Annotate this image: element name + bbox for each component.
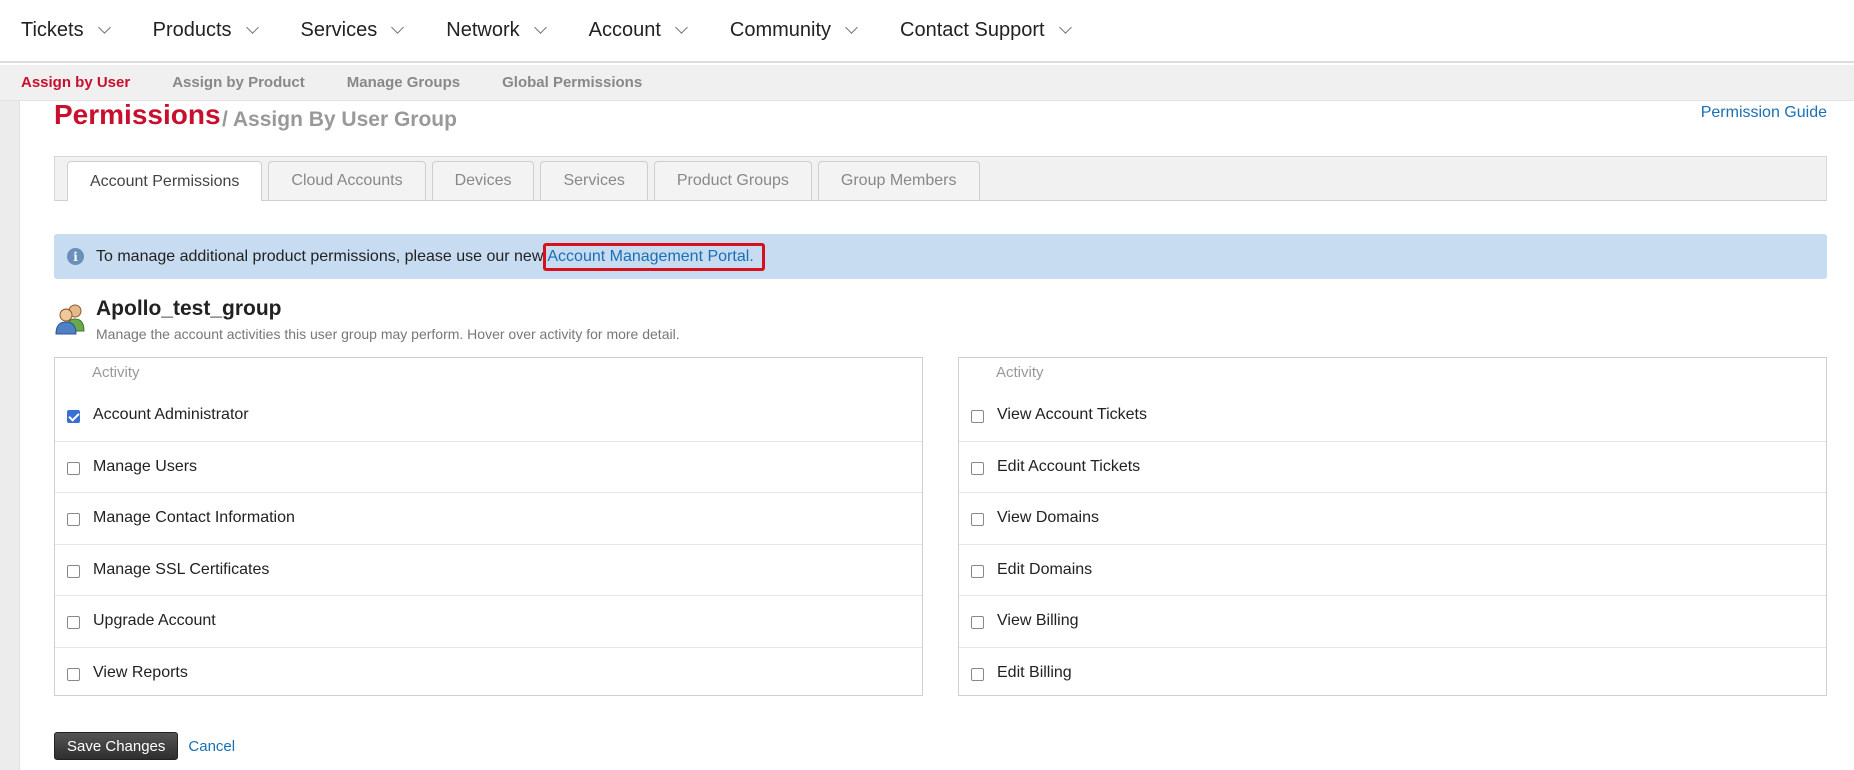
view-reports-checkbox[interactable] — [67, 668, 80, 682]
view-billing-checkbox[interactable] — [971, 616, 984, 630]
right-permissions-panel: Activity View Account Tickets Edit Accou… — [958, 357, 1827, 696]
list-item: Manage Contact Information — [55, 493, 922, 545]
group-name: Apollo_test_group — [96, 297, 282, 320]
list-item: Upgrade Account — [55, 596, 922, 648]
edit-account-tickets-checkbox[interactable] — [971, 461, 984, 475]
list-item: View Billing — [959, 596, 1826, 648]
list-item: Edit Billing — [959, 648, 1826, 700]
info-banner: i To manage additional product permissio… — [54, 234, 1827, 279]
activity-header: Activity — [92, 364, 140, 381]
chevron-down-icon — [245, 21, 259, 34]
view-domains-checkbox[interactable] — [971, 513, 984, 527]
activity-label: Account Administrator — [93, 406, 249, 424]
nav-services-label: Services — [300, 19, 378, 41]
nav-contact-support-label: Contact Support — [900, 19, 1045, 41]
activity-label: View Domains — [997, 509, 1099, 527]
chevron-down-icon — [845, 21, 858, 34]
nav-tickets[interactable]: Tickets — [21, 19, 111, 42]
chevron-down-icon — [97, 21, 111, 34]
list-item: View Account Tickets — [959, 390, 1826, 442]
page-title: Permissions — [54, 99, 221, 130]
edit-billing-checkbox[interactable] — [971, 668, 984, 682]
chevron-down-icon — [1058, 21, 1072, 34]
tab-cloud-accounts[interactable]: Cloud Accounts — [268, 161, 426, 200]
list-item: View Domains — [959, 493, 1826, 545]
title-row: Permissions / Assign By User Group Permi… — [54, 99, 1827, 145]
main-content: Permissions / Assign By User Group Permi… — [54, 99, 1827, 760]
form-actions: Save Changes Cancel — [54, 732, 235, 760]
user-group-icon — [55, 304, 85, 335]
edit-domains-checkbox[interactable] — [971, 564, 984, 578]
tab-product-groups[interactable]: Product Groups — [653, 161, 812, 200]
subnav-global-permissions[interactable]: Global Permissions — [502, 74, 642, 91]
list-item: Edit Domains — [959, 545, 1826, 596]
activity-label: Edit Billing — [997, 664, 1072, 682]
list-item: Manage SSL Certificates — [55, 545, 922, 596]
left-permissions-panel: Activity Account Administrator Manage Us… — [54, 357, 923, 696]
tab-group-members[interactable]: Group Members — [817, 161, 980, 200]
group-description: Manage the account activities this user … — [96, 326, 680, 342]
sub-navigation: Assign by User Assign by Product Manage … — [0, 65, 1854, 101]
activity-header: Activity — [996, 364, 1044, 381]
activity-label: View Reports — [93, 664, 188, 682]
save-changes-button[interactable]: Save Changes — [54, 732, 179, 760]
info-text: To manage additional product permissions… — [96, 247, 544, 265]
view-account-tickets-checkbox[interactable] — [971, 410, 984, 424]
subnav-assign-by-product[interactable]: Assign by Product — [172, 74, 305, 91]
group-header: Apollo_test_group Manage the account act… — [54, 297, 854, 342]
upgrade-account-checkbox[interactable] — [67, 616, 80, 630]
activity-label: View Account Tickets — [997, 406, 1147, 424]
activity-label: Manage SSL Certificates — [93, 560, 270, 578]
subnav-manage-groups[interactable]: Manage Groups — [347, 74, 460, 91]
nav-services[interactable]: Services — [300, 19, 405, 42]
account-management-portal-link[interactable]: Account Management Portal. — [543, 242, 765, 271]
list-item: Account Administrator — [55, 390, 922, 442]
tab-account-permissions[interactable]: Account Permissions — [67, 161, 263, 201]
manage-contact-information-checkbox[interactable] — [67, 513, 80, 527]
page-subtitle: / Assign By User Group — [222, 108, 457, 131]
nav-account[interactable]: Account — [588, 19, 688, 42]
nav-products-label: Products — [152, 19, 232, 41]
nav-contact-support[interactable]: Contact Support — [900, 19, 1072, 42]
info-icon: i — [67, 248, 84, 265]
activity-label: Manage Contact Information — [93, 509, 295, 527]
top-navigation: Tickets Products Services Network Accoun… — [0, 0, 1854, 63]
nav-network-label: Network — [446, 19, 520, 41]
activity-label: View Billing — [997, 612, 1079, 630]
chevron-down-icon — [675, 21, 688, 34]
activity-label: Upgrade Account — [93, 612, 216, 630]
tab-services[interactable]: Services — [540, 161, 648, 200]
manage-ssl-certificates-checkbox[interactable] — [67, 564, 80, 578]
chevron-down-icon — [533, 21, 547, 34]
nav-account-label: Account — [588, 19, 661, 41]
nav-tickets-label: Tickets — [21, 19, 84, 41]
activity-label: Manage Users — [93, 457, 198, 475]
chevron-down-icon — [391, 21, 405, 34]
left-gutter — [0, 101, 20, 770]
subnav-assign-by-user[interactable]: Assign by User — [21, 74, 130, 91]
activity-label: Edit Account Tickets — [997, 457, 1141, 475]
nav-network[interactable]: Network — [446, 19, 547, 42]
nav-community[interactable]: Community — [729, 19, 858, 42]
nav-community-label: Community — [729, 19, 832, 41]
tab-bar: Account Permissions Cloud Accounts Devic… — [54, 156, 1827, 201]
cancel-link[interactable]: Cancel — [188, 738, 235, 755]
list-item: Edit Account Tickets — [959, 442, 1826, 493]
permission-guide-link[interactable]: Permission Guide — [1701, 104, 1827, 122]
activity-label: Edit Domains — [997, 560, 1093, 578]
list-item: View Reports — [55, 648, 922, 700]
manage-users-checkbox[interactable] — [67, 461, 80, 475]
nav-products[interactable]: Products — [152, 19, 259, 42]
tab-devices[interactable]: Devices — [431, 161, 535, 200]
account-administrator-checkbox[interactable] — [67, 410, 80, 424]
list-item: Manage Users — [55, 442, 922, 493]
